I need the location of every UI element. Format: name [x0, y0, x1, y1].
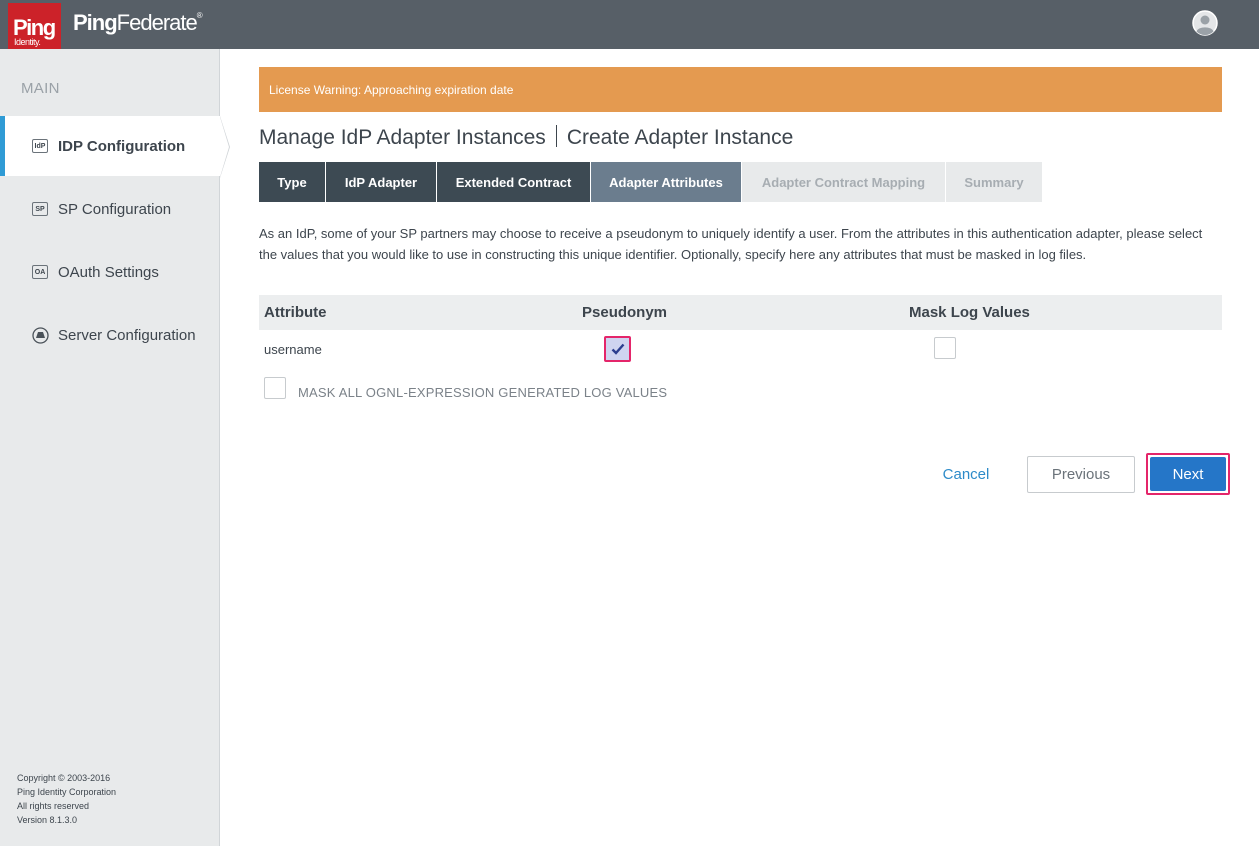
brand-light: Federate	[116, 10, 198, 35]
copyright-rights: All rights reserved	[17, 801, 90, 811]
next-button-highlight: Next	[1146, 453, 1230, 495]
mask-all-checkbox[interactable]	[264, 377, 286, 399]
version-label: Version 8.1.3.0	[17, 815, 78, 825]
title-secondary: Create Adapter Instance	[566, 126, 794, 149]
oauth-icon: OA	[32, 265, 48, 279]
title-divider	[555, 125, 557, 147]
pseudonym-checkbox-username[interactable]	[604, 336, 631, 362]
sidebar-item-label: Server Configuration	[58, 326, 196, 344]
attribute-name: username	[264, 342, 322, 357]
tab-adapter-attributes[interactable]: Adapter Attributes	[591, 162, 741, 202]
cancel-button[interactable]: Cancel	[930, 456, 1002, 492]
copyright-notice: Copyright © 2003-2016 Ping Identity Corp…	[17, 771, 116, 827]
tab-adapter-contract-mapping: Adapter Contract Mapping	[742, 162, 945, 202]
page-title: Manage IdP Adapter Instances Create Adapt…	[259, 125, 793, 150]
user-circle-icon[interactable]	[1192, 10, 1218, 36]
column-header-mask-log-values: Mask Log Values	[909, 304, 1030, 321]
tab-extended-contract[interactable]: Extended Contract	[437, 162, 590, 202]
tab-type[interactable]: Type	[259, 162, 325, 202]
mask-all-label: MASK ALL OGNL-EXPRESSION GENERATED LOG V…	[298, 385, 668, 400]
logo-text: Ping	[13, 15, 56, 40]
server-icon	[32, 326, 49, 344]
attribute-table-header: Attribute Pseudonym Mask Log Values	[259, 295, 1222, 330]
copyright-line: Copyright © 2003-2016	[17, 773, 111, 783]
sp-icon: SP	[32, 202, 48, 216]
sidebar-item-idp-configuration[interactable]: IdP IDP Configuration	[0, 116, 220, 176]
product-name: PingFederate®	[73, 10, 203, 35]
checkmark-icon	[611, 343, 624, 355]
tab-idp-adapter[interactable]: IdP Adapter	[326, 162, 436, 202]
page-description: As an IdP, some of your SP partners may …	[259, 226, 1203, 262]
logo-subtext: Identity.	[14, 37, 41, 47]
sidebar-item-label: SP Configuration	[58, 200, 172, 218]
sidebar: MAIN IdP IDP Configuration SP SP Configu…	[0, 49, 220, 846]
ping-logo[interactable]: Ping Identity.	[8, 3, 61, 53]
sidebar-item-oauth-settings[interactable]: OA OAuth Settings	[0, 242, 220, 302]
top-bar: Ping Identity. PingFederate®	[0, 0, 1259, 53]
active-item-pointer	[220, 117, 229, 177]
license-warning-banner: License Warning: Approaching expiration …	[259, 67, 1222, 112]
brand-bold: Ping	[73, 10, 118, 35]
sidebar-item-server-configuration[interactable]: Server Configuration	[0, 305, 220, 365]
wizard-tabs: Type IdP Adapter Extended Contract Adapt…	[259, 162, 1043, 202]
mask-log-checkbox-username[interactable]	[934, 337, 956, 359]
tab-summary: Summary	[946, 162, 1042, 202]
next-button[interactable]: Next	[1150, 457, 1226, 491]
previous-button[interactable]: Previous	[1027, 456, 1135, 493]
sidebar-heading: MAIN	[21, 80, 60, 97]
column-header-pseudonym: Pseudonym	[582, 304, 668, 321]
sidebar-item-label: IDP Configuration	[58, 137, 186, 155]
copyright-company: Ping Identity Corporation	[17, 787, 117, 797]
title-primary: Manage IdP Adapter Instances	[259, 126, 546, 149]
column-header-attribute: Attribute	[264, 304, 327, 321]
sidebar-item-sp-configuration[interactable]: SP SP Configuration	[0, 179, 220, 239]
brand-mark: ®	[196, 11, 203, 20]
idp-icon: IdP	[32, 139, 48, 153]
sidebar-item-label: OAuth Settings	[58, 263, 159, 281]
